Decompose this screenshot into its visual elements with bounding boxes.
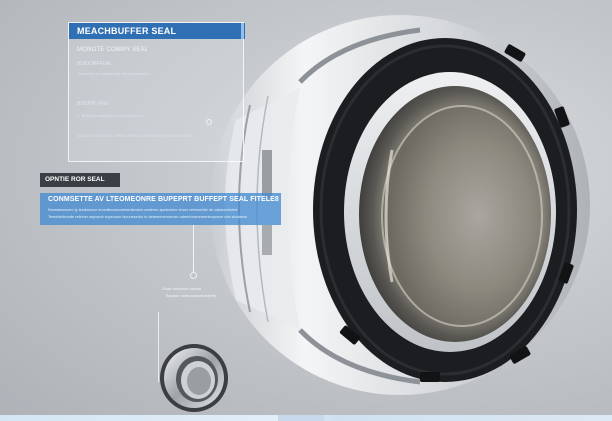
banner-title: CONMSETTE AV LTEOMEONRE BUPEPRT BUFFEPT … bbox=[48, 196, 279, 203]
option-tag: OPNTIE ROR SEAL bbox=[40, 173, 120, 187]
callout-line-1: Ooao omnuorx bucoie bbox=[162, 286, 202, 291]
feature-banner: CONMSETTE AV LTEOMEONRE BUPEPRT BUFFEPT … bbox=[40, 193, 281, 225]
spec-item1-desc: Trecyehet ox cylineuring exoducpesentor bbox=[77, 71, 150, 76]
spec-subtitle: MONOTE COMMY SEAL bbox=[77, 47, 149, 53]
spec-marker-dot bbox=[206, 119, 212, 125]
spec-item3-desc: OUSAHEOOCRICE LERBLDRIIEAL TRIBUTORIHIGE… bbox=[77, 133, 193, 138]
banner-line-2: Tereddeticnorte retinoer sepoeuh soyeonu… bbox=[48, 215, 248, 219]
spec-panel: MEACHBUFFER SEAL MONOTE COMMY SEAL BUIDO… bbox=[68, 22, 245, 162]
title-accent-bar bbox=[241, 23, 244, 39]
small-seal bbox=[160, 344, 228, 412]
product-render-canvas: MEACHBUFFER SEAL MONOTE COMMY SEAL BUIDO… bbox=[0, 0, 612, 421]
banner-line-1: Nonstaenecem ty teedoeioce ernedtecuecce… bbox=[48, 208, 238, 212]
spec-item1-label: BUIDORFFEAL bbox=[77, 61, 113, 67]
spec-item2-desc: 1. BEM thyoaymonin ret cersioerduer. bbox=[77, 113, 144, 118]
callout-marker-dot bbox=[190, 272, 197, 279]
callout-leader-line bbox=[193, 225, 194, 273]
small-seal-leader-line bbox=[158, 312, 159, 382]
callout-line-2: Bcoiour ncmooaraoeneal fre bbox=[166, 293, 217, 298]
spec-panel-title: MEACHBUFFER SEAL bbox=[69, 23, 245, 39]
bottom-strip-segment bbox=[278, 415, 324, 421]
spec-item2-label: BOIUPE FFEL bbox=[77, 101, 110, 107]
